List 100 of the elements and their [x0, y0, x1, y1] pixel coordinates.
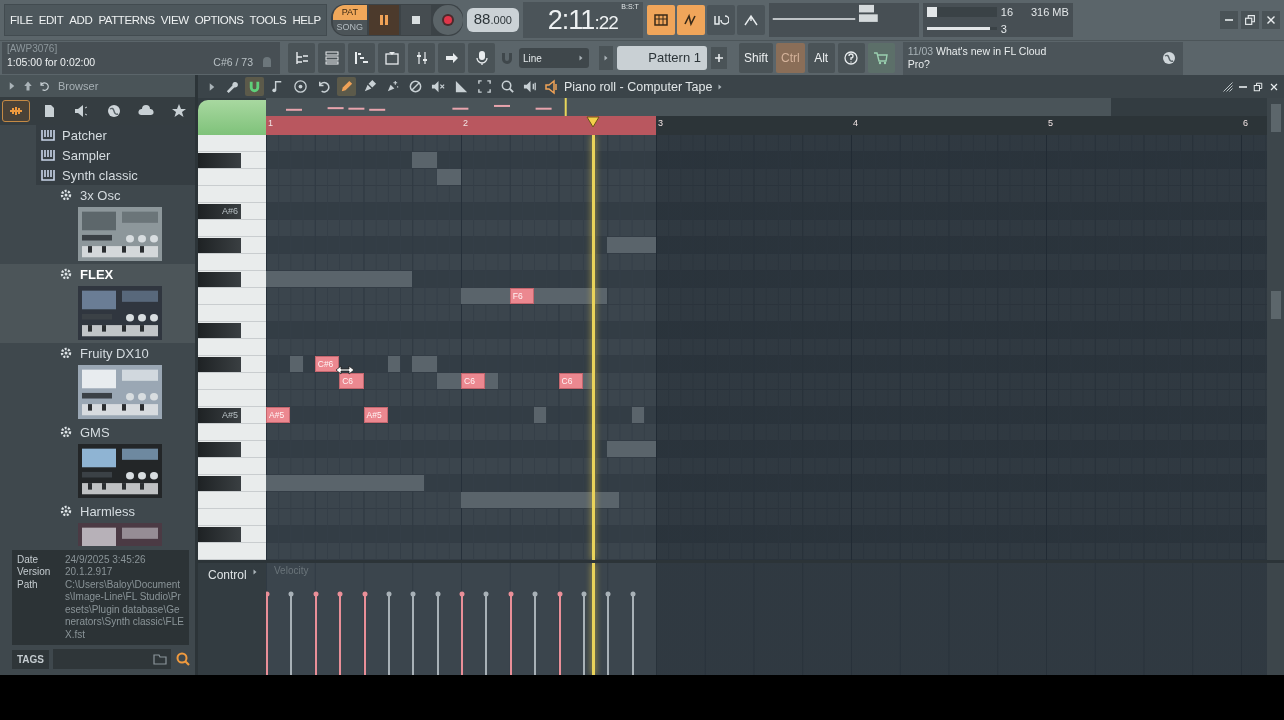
- menu-item[interactable]: EDIT: [37, 14, 65, 26]
- scrollbar[interactable]: [1267, 98, 1284, 135]
- plugin-name[interactable]: FLEX: [80, 266, 114, 282]
- rack-icon: [323, 50, 340, 66]
- plugin-folder-icon: [40, 167, 56, 183]
- velocity-stem[interactable]: [385, 591, 392, 675]
- plugin-entry[interactable]: FLEX: [0, 264, 195, 343]
- piano-key[interactable]: [198, 152, 241, 168]
- mode-option[interactable]: PAT: [332, 5, 367, 20]
- velocity-stem[interactable]: [532, 591, 539, 675]
- playlist-button[interactable]: [288, 43, 315, 73]
- menu-item[interactable]: PATTERNS: [97, 14, 156, 26]
- step-edit-button[interactable]: [676, 5, 705, 35]
- stop-button[interactable]: [400, 5, 431, 35]
- velocity-stem[interactable]: [312, 591, 319, 675]
- piano-keyboard[interactable]: A#6 A#5: [198, 135, 266, 560]
- plugin-name[interactable]: GMS: [80, 424, 110, 440]
- pencil-tool-button[interactable]: [337, 77, 356, 96]
- tempo-display[interactable]: 88.000: [466, 8, 519, 32]
- modifier-key-button[interactable]: Alt: [807, 43, 835, 73]
- help-button[interactable]: [837, 43, 865, 73]
- speaker-icon: [544, 78, 560, 95]
- tags-button[interactable]: TAGS: [12, 649, 50, 669]
- piano-key[interactable]: A#6: [198, 203, 241, 219]
- speaker-icon: [73, 103, 90, 119]
- shop-button[interactable]: [867, 43, 895, 73]
- caret-icon: [577, 54, 585, 62]
- piano-roll-button[interactable]: [348, 43, 375, 73]
- add-pattern-button[interactable]: [711, 47, 727, 69]
- globe-icon: [1160, 50, 1177, 66]
- metronome-button[interactable]: [736, 5, 765, 35]
- select-tool-button[interactable]: [475, 77, 494, 96]
- news-text[interactable]: 11/03 What's new in FL Cloud Pro?: [907, 45, 1048, 71]
- piano-key[interactable]: [198, 237, 241, 253]
- velocity-stem[interactable]: [507, 591, 514, 675]
- plugin-entry[interactable]: 3x Osc: [0, 185, 195, 264]
- menu-item[interactable]: ADD: [68, 14, 94, 26]
- velocity-stem[interactable]: [629, 591, 636, 675]
- velocity-stem[interactable]: [288, 591, 295, 675]
- resize-cursor-icon: [335, 365, 356, 375]
- microphone-button[interactable]: [468, 43, 495, 73]
- arrow-button[interactable]: [438, 43, 465, 73]
- velocity-stem[interactable]: [483, 591, 490, 675]
- news-panel[interactable]: 11/03 What's new in FL Cloud Pro?: [902, 41, 1183, 75]
- microphone-icon: [473, 50, 490, 66]
- snap-dropdown[interactable]: Line: [519, 48, 589, 68]
- browser-button[interactable]: [378, 43, 405, 73]
- scrollbar[interactable]: [1267, 135, 1284, 560]
- velocity-stem[interactable]: [556, 591, 563, 675]
- restore-button[interactable]: [1241, 11, 1259, 29]
- menu-item[interactable]: HELP: [291, 14, 322, 26]
- velocity-stem[interactable]: [459, 591, 465, 675]
- velocity-stem[interactable]: [605, 591, 612, 675]
- timeline-ruler[interactable]: 1 2 3 4 5 6: [266, 116, 1267, 135]
- velocity-stem[interactable]: [337, 591, 344, 675]
- velocity-stem[interactable]: [434, 591, 441, 675]
- plugin-entry[interactable]: Fruity DX10: [0, 343, 195, 422]
- plugin-entry[interactable]: GMS: [0, 422, 195, 501]
- plugin-name[interactable]: Harmless: [80, 503, 135, 519]
- channel-rack-button[interactable]: [318, 43, 345, 73]
- piano-key[interactable]: A#5: [198, 407, 241, 423]
- piano-key[interactable]: [198, 441, 241, 457]
- piano-key[interactable]: [198, 475, 241, 491]
- close-button[interactable]: [1262, 11, 1280, 29]
- velocity-stem[interactable]: [361, 591, 368, 675]
- pause-button[interactable]: [368, 5, 399, 35]
- mode-option[interactable]: SONG: [332, 20, 367, 35]
- plugin-name[interactable]: Fruity DX10: [80, 345, 149, 361]
- magnet-tool-button[interactable]: [245, 77, 264, 96]
- plugins-tab[interactable]: [2, 100, 31, 122]
- minimize-button[interactable]: [1220, 11, 1238, 29]
- grip-icon: [1222, 80, 1234, 93]
- menu-item[interactable]: FILE: [9, 14, 34, 26]
- record-tool-button[interactable]: [291, 77, 310, 96]
- velocity-stem[interactable]: [580, 591, 587, 675]
- scrollbar[interactable]: [1267, 563, 1284, 675]
- modifier-key-button[interactable]: Shift: [739, 43, 773, 73]
- mixer-button[interactable]: [408, 43, 435, 73]
- control-label[interactable]: Control: [208, 568, 247, 582]
- playlist-icon: [293, 50, 310, 66]
- piano-key[interactable]: [198, 356, 241, 372]
- plugin-name[interactable]: 3x Osc: [80, 187, 121, 203]
- cpu-reading: 16: [1000, 5, 1014, 18]
- menu-item[interactable]: VIEW: [159, 14, 190, 26]
- ghost-note: [290, 356, 303, 372]
- pattern-selector[interactable]: Pattern 1: [617, 46, 707, 70]
- loop-record-button[interactable]: [706, 5, 735, 35]
- menu-item[interactable]: TOOLS: [248, 14, 288, 26]
- tag-field[interactable]: [53, 649, 171, 669]
- magnet-icon: [499, 50, 515, 66]
- menu-item[interactable]: OPTIONS: [193, 14, 245, 26]
- piano-key[interactable]: [198, 322, 241, 338]
- velocity-stem[interactable]: [410, 591, 417, 675]
- typing-keyboard-button[interactable]: [646, 5, 675, 35]
- cpu-meter: [926, 6, 997, 17]
- info-value: C:\Users\Baloy\Documents\Image-Line\FL Studio\Presets\Plugin database\Generators\Synth classic\FLEX.fst: [65, 578, 185, 641]
- piano-key[interactable]: [198, 526, 241, 542]
- metronome-icon: [742, 12, 759, 28]
- piano-key[interactable]: [198, 271, 241, 287]
- polyphony-reading: 3: [1000, 22, 1007, 35]
